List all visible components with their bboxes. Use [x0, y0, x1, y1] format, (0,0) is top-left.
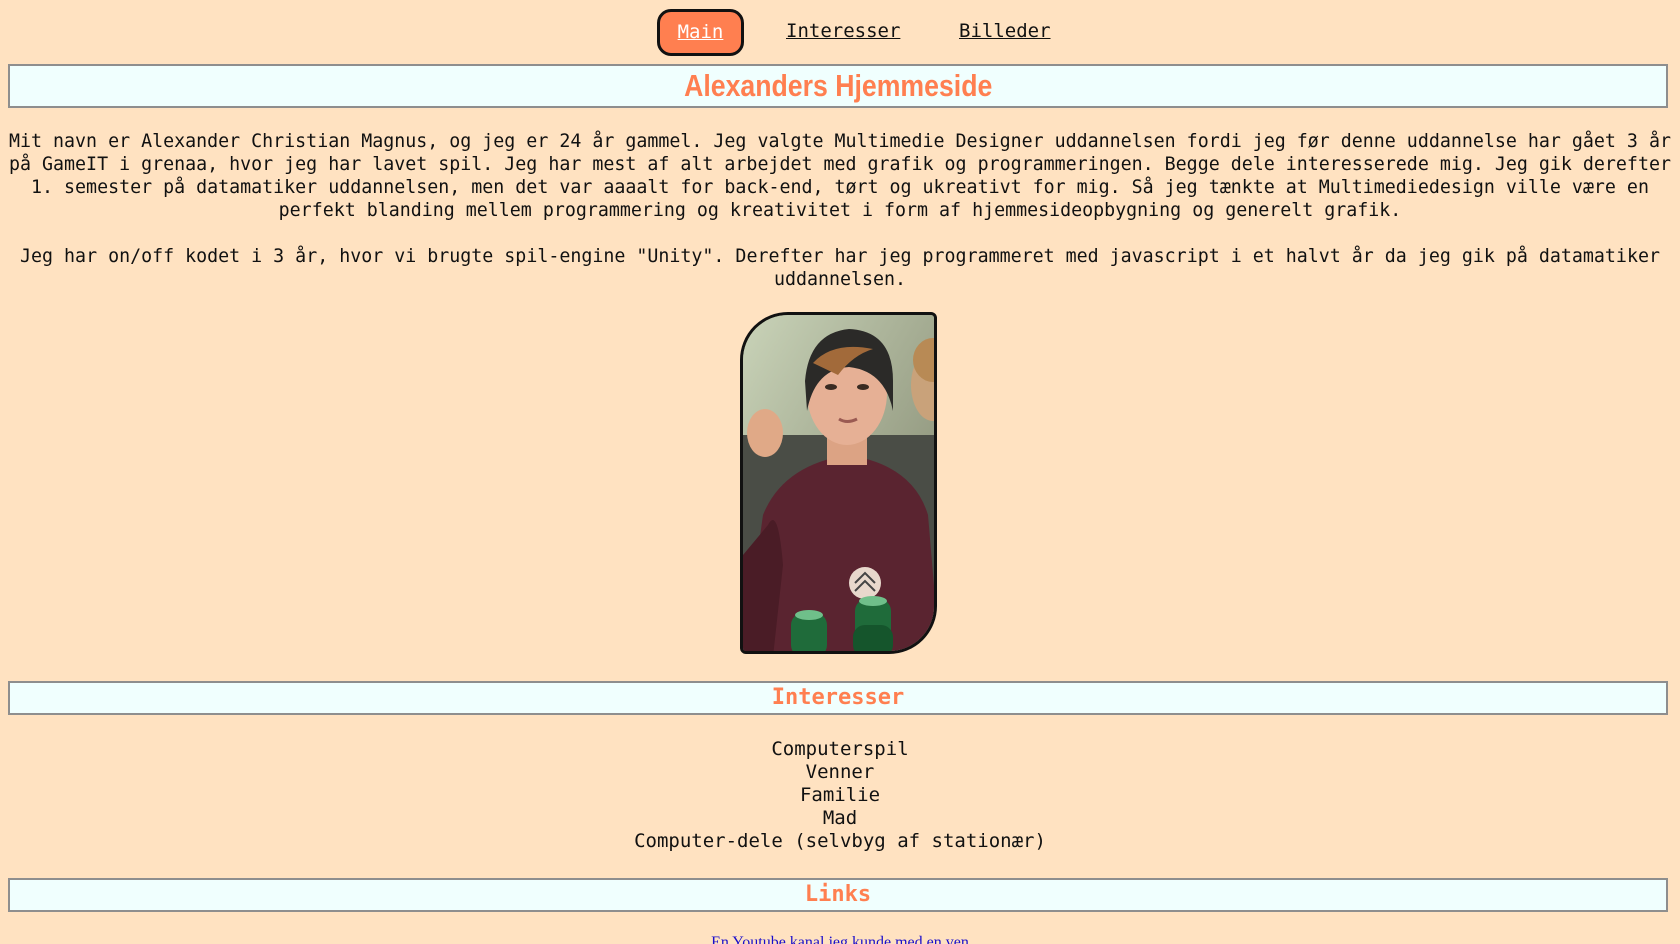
list-item: Venner [805, 761, 875, 783]
list-item: Computer-dele (selvbyg af stationær) [634, 830, 1046, 852]
page-title-band: Alexanders Hjemmeside [8, 64, 1668, 108]
page-title: Alexanders Hjemmeside [683, 68, 993, 103]
list-item: Familie [799, 784, 881, 806]
main-nav: Main Interesser Billeder [0, 9, 1680, 56]
interests-heading: Interesser [771, 685, 905, 710]
profile-photo-image [743, 315, 934, 651]
profile-photo [740, 312, 937, 654]
nav-link-interesser[interactable]: Interesser [786, 9, 900, 54]
intro-paragraph: Mit navn er Alexander Christian Magnus, … [9, 131, 1671, 221]
interests-heading-band: Interesser [8, 681, 1668, 715]
nav-link-billeder[interactable]: Billeder [959, 9, 1051, 54]
intro-text: Mit navn er Alexander Christian Magnus, … [8, 130, 1672, 314]
links-heading: Links [804, 882, 872, 907]
intro-paragraph: Jeg har on/off kodet i 3 år, hvor vi bru… [20, 246, 1660, 290]
list-item: Computerspil [771, 738, 909, 760]
youtube-channel-link[interactable]: En Youtube kanal jeg kunde med en ven [0, 934, 1680, 944]
nav-link-main[interactable]: Main [657, 9, 744, 56]
interests-list: Computerspil Venner Familie Mad Computer… [0, 738, 1680, 853]
links-heading-band: Links [8, 878, 1668, 912]
list-item: Mad [822, 807, 858, 829]
